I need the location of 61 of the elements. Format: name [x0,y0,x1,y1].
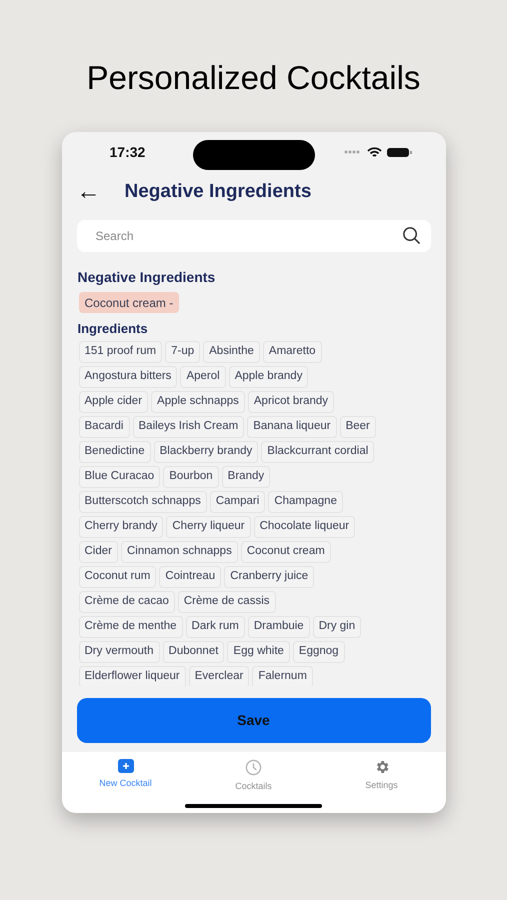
ingredient-chip[interactable]: Egg white [227,641,290,663]
ingredient-chip[interactable]: Butterscotch schnapps [78,491,207,513]
ingredient-chip[interactable]: Blackcurrant cordial [261,441,374,463]
ingredient-chip[interactable]: Baileys Irish Cream [132,416,244,438]
ingredient-chip[interactable]: Blackberry brandy [154,441,258,463]
ingredient-chip[interactable]: Absinthe [203,341,260,363]
ingredient-chip[interactable]: Dark rum [186,616,245,638]
search-icon[interactable] [402,226,420,245]
headline: Personalized Cocktails [86,58,420,98]
ingredient-chip[interactable]: Coconut cream [240,541,331,563]
ingredient-chip[interactable]: Everclear [188,666,250,686]
page-title: Negative Ingredients [124,180,312,204]
ingredient-chip[interactable]: Campari [210,491,266,513]
battery-icon [386,146,412,158]
ingredient-chip[interactable]: Blue Curacao [78,466,160,488]
ingredient-chip[interactable]: Cinnamon schnapps [120,541,238,563]
ingredient-chip[interactable]: Drambuie [248,616,310,638]
ingredient-chip[interactable]: Dry gin [312,616,362,638]
ingredient-chip[interactable]: Angostura bitters [78,366,178,388]
ingredient-chip[interactable]: 7-up [165,341,200,363]
ingredient-chip[interactable]: Coconut rum [78,566,156,588]
ingredient-chip[interactable]: Apricot brandy [248,391,334,413]
ingredient-chip[interactable]: Crème de cassis [178,591,276,613]
ingredient-chip[interactable]: Eggnog [292,641,345,663]
section-title: Ingredients [78,321,149,337]
ingredient-chip[interactable]: Bacardi [78,416,130,438]
ingredient-chip[interactable]: Cherry brandy [78,516,164,538]
ingredient-chip[interactable]: Beer [340,416,376,438]
ingredient-chip[interactable]: Cherry liqueur [166,516,251,538]
ingredient-chip[interactable]: Cider [78,541,118,563]
ingredient-chip[interactable]: Apple brandy [228,366,308,388]
status-time: 17:32 [110,142,146,162]
signal-icon [344,150,362,154]
clock-icon [245,759,262,776]
ingredient-chip[interactable]: Chocolate liqueur [254,516,356,538]
ingredient-chip[interactable]: Apple schnapps [151,391,245,413]
plus-icon [118,759,134,773]
ingredient-chip[interactable]: 151 proof rum [78,341,162,363]
section-title: Negative Ingredients [78,268,216,286]
ingredient-chip[interactable]: Apple cider [78,391,148,413]
ingredient-chip[interactable]: Aperol [180,366,226,388]
search-field[interactable]: Search [76,220,430,252]
ingredient-chip[interactable]: Brandy [222,466,270,488]
ingredient-chip[interactable]: Cranberry juice [224,566,314,588]
ingredient-chip[interactable]: Cointreau [159,566,222,588]
ingredient-chip[interactable]: Benedictine [78,441,151,463]
ingredient-chip[interactable]: Crème de menthe [78,616,183,638]
ingredient-chip[interactable]: Bourbon [163,466,219,488]
save-button[interactable]: Save [76,698,430,743]
ingredient-chip[interactable]: Crème de cacao [78,591,175,613]
tab-item[interactable]: New Cocktail [62,759,190,804]
ingredient-chip[interactable]: Dry vermouth [78,641,160,663]
selected-ingredient-chip[interactable]: Coconut cream - [78,292,180,313]
ingredient-chip[interactable]: Amaretto [262,341,322,363]
ingredient-chip[interactable]: Falernum [252,666,313,686]
ingredient-chip[interactable]: Elderflower liqueur [78,666,186,686]
back-button[interactable]: ← [76,180,100,204]
ingredient-chip[interactable]: Champagne [268,491,343,513]
ingredient-chip[interactable]: Banana liqueur [247,416,337,438]
wifi-icon [366,146,382,158]
ingredient-chip[interactable]: Dubonnet [162,641,224,663]
